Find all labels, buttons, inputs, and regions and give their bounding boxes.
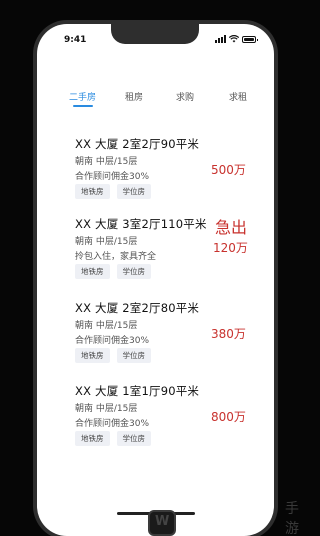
tag-subway: 地铁房 bbox=[75, 431, 110, 446]
listing-card[interactable]: XX 大厦 1室1厅90平米 朝南 中层/15层 合作顾问佣金30% 地铁房 学… bbox=[37, 383, 274, 453]
listing-tags: 地铁房 学位房 bbox=[75, 184, 151, 199]
listing-price: 500万 bbox=[211, 163, 246, 177]
listing-orientation-floor: 朝南 中层/15层 bbox=[75, 157, 138, 167]
battery-icon bbox=[242, 36, 258, 43]
listing-note: 合作顾问佣金30% bbox=[75, 172, 150, 182]
tag-subway: 地铁房 bbox=[75, 184, 110, 199]
listing-card[interactable]: XX 大厦 2室2厅90平米 朝南 中层/15层 合作顾问佣金30% 地铁房 学… bbox=[37, 136, 274, 206]
listing-title: XX 大厦 2室2厅90平米 bbox=[75, 137, 200, 151]
tab-want-buy[interactable]: 求购 bbox=[176, 90, 194, 103]
listing-price: 380万 bbox=[211, 327, 246, 341]
listing-note: 合作顾问佣金30% bbox=[75, 419, 150, 429]
tag-school: 学位房 bbox=[116, 348, 151, 363]
listing-price: 800万 bbox=[211, 410, 246, 424]
tab-want-rent[interactable]: 求租 bbox=[229, 90, 247, 103]
active-tab-indicator bbox=[73, 105, 93, 107]
tab-bar: 二手房 租房 求购 求租 bbox=[37, 90, 274, 110]
listing-title: XX 大厦 1室1厅90平米 bbox=[75, 384, 200, 398]
tab-second-hand[interactable]: 二手房 bbox=[69, 90, 96, 103]
tag-subway: 地铁房 bbox=[75, 348, 110, 363]
status-time: 9:41 bbox=[64, 35, 87, 45]
signal-icon bbox=[215, 35, 226, 43]
urgent-sale-badge: 急出 bbox=[215, 218, 248, 237]
status-icons bbox=[215, 35, 258, 43]
tag-school: 学位房 bbox=[116, 431, 151, 446]
listing-tags: 地铁房 学位房 bbox=[75, 431, 151, 446]
watermark-text: 手游 bbox=[285, 501, 299, 536]
listing-card[interactable]: XX 大厦 3室2厅110平米 朝南 中层/15层 拎包入住，家具齐全 地铁房 … bbox=[37, 216, 274, 286]
watermark-logo bbox=[148, 510, 176, 536]
listing-orientation-floor: 朝南 中层/15层 bbox=[75, 404, 138, 414]
tag-school: 学位房 bbox=[116, 264, 151, 279]
tag-subway: 地铁房 bbox=[75, 264, 110, 279]
notch bbox=[111, 24, 199, 44]
listing-tags: 地铁房 学位房 bbox=[75, 348, 151, 363]
listing-note: 拎包入住，家具齐全 bbox=[75, 252, 157, 262]
listing-tags: 地铁房 学位房 bbox=[75, 264, 151, 279]
tag-school: 学位房 bbox=[116, 184, 151, 199]
listing-orientation-floor: 朝南 中层/15层 bbox=[75, 321, 138, 331]
listing-title: XX 大厦 3室2厅110平米 bbox=[75, 217, 207, 231]
listing-note: 合作顾问佣金30% bbox=[75, 336, 150, 346]
listing-title: XX 大厦 2室2厅80平米 bbox=[75, 301, 200, 315]
listing-orientation-floor: 朝南 中层/15层 bbox=[75, 237, 138, 247]
tab-rent[interactable]: 租房 bbox=[125, 90, 143, 103]
phone-screen: 9:41 二手房 租房 求购 求租 XX 大厦 2室2厅90平米 朝南 中层/1… bbox=[37, 24, 274, 536]
listing-card[interactable]: XX 大厦 2室2厅80平米 朝南 中层/15层 合作顾问佣金30% 地铁房 学… bbox=[37, 300, 274, 370]
wifi-icon bbox=[229, 35, 239, 43]
listing-price: 120万 bbox=[213, 241, 248, 255]
